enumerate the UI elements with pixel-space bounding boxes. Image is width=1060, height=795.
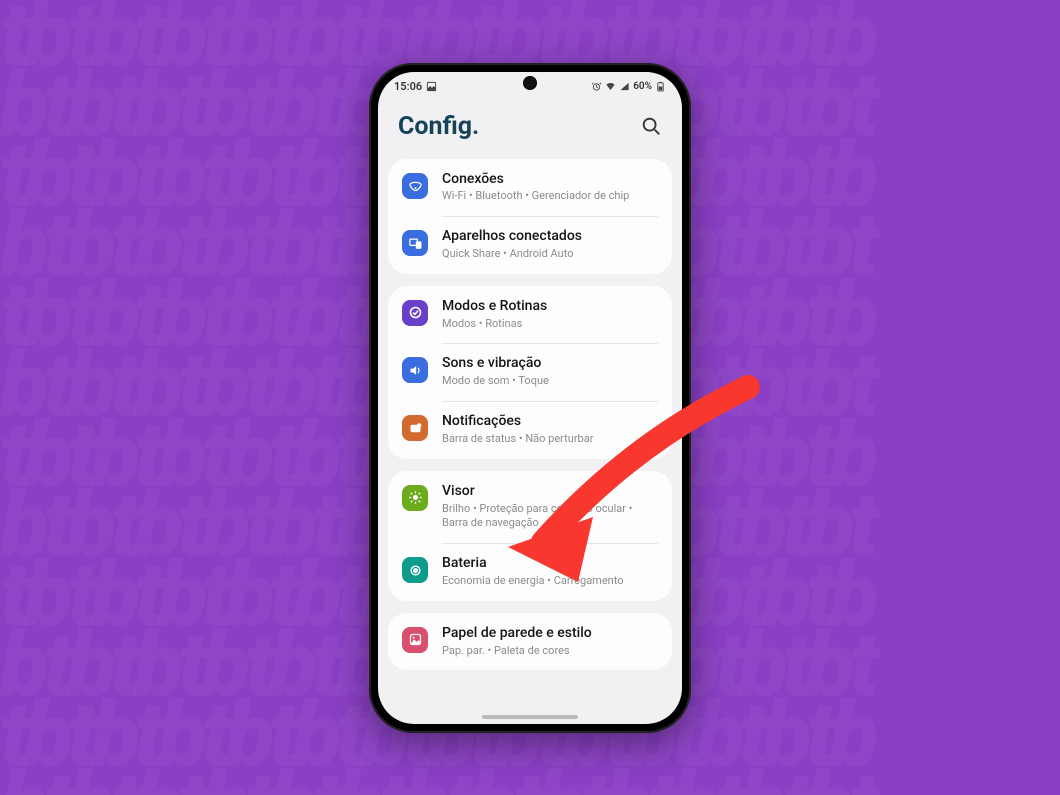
settings-group: Papel de parede e estilo Pap. par. • Pal…	[388, 613, 672, 671]
sound-icon	[402, 357, 428, 383]
page-header: Config.	[378, 102, 682, 159]
routines-icon	[402, 300, 428, 326]
signal-icon	[619, 81, 630, 92]
battery-settings-icon	[402, 557, 428, 583]
page-title: Config.	[398, 112, 479, 141]
settings-row-notificacoes[interactable]: Notificações Barra de status • Não pertu…	[388, 401, 672, 459]
wifi-status-icon	[605, 81, 616, 92]
picture-icon	[426, 81, 437, 92]
settings-row-sons[interactable]: Sons e vibração Modo de som • Toque	[388, 343, 672, 401]
row-title: Notificações	[442, 413, 657, 430]
settings-group: Modos e Rotinas Modos • Rotinas Sons e v…	[388, 286, 672, 459]
settings-group: Conexões Wi-Fi • Bluetooth • Gerenciador…	[388, 159, 672, 274]
settings-row-aparelhos[interactable]: Aparelhos conectados Quick Share • Andro…	[388, 216, 672, 274]
row-title: Modos e Rotinas	[442, 298, 657, 315]
wallpaper-icon	[402, 627, 428, 653]
settings-group: Visor Brilho • Proteção para conforto oc…	[388, 471, 672, 601]
alarm-icon	[591, 81, 602, 92]
home-indicator[interactable]	[482, 715, 578, 719]
wifi-icon	[402, 173, 428, 199]
devices-icon	[402, 230, 428, 256]
row-subtitle: Economia de energia • Carregamento	[442, 574, 657, 589]
row-subtitle: Wi-Fi • Bluetooth • Gerenciador de chip	[442, 189, 657, 204]
row-subtitle: Barra de status • Não perturbar	[442, 432, 657, 447]
search-icon[interactable]	[640, 115, 662, 137]
settings-list: Conexões Wi-Fi • Bluetooth • Gerenciador…	[378, 159, 682, 703]
front-camera	[524, 77, 536, 89]
row-subtitle: Pap. par. • Paleta de cores	[442, 644, 657, 659]
settings-row-conexoes[interactable]: Conexões Wi-Fi • Bluetooth • Gerenciador…	[388, 159, 672, 217]
row-title: Conexões	[442, 171, 657, 188]
battery-percent: 60%	[633, 81, 652, 92]
status-time: 15:06	[394, 80, 422, 93]
row-title: Aparelhos conectados	[442, 228, 657, 245]
row-subtitle: Modo de som • Toque	[442, 374, 657, 389]
settings-row-visor[interactable]: Visor Brilho • Proteção para conforto oc…	[388, 471, 672, 543]
battery-icon	[655, 81, 666, 92]
notifications-icon	[402, 415, 428, 441]
row-title: Sons e vibração	[442, 355, 657, 372]
row-title: Papel de parede e estilo	[442, 625, 657, 642]
display-icon	[402, 485, 428, 511]
row-subtitle: Brilho • Proteção para conforto ocular •…	[442, 502, 657, 532]
row-subtitle: Modos • Rotinas	[442, 317, 657, 332]
settings-row-papel[interactable]: Papel de parede e estilo Pap. par. • Pal…	[388, 613, 672, 671]
phone-frame: 15:06 60% Config.	[369, 63, 691, 733]
row-title: Bateria	[442, 555, 657, 572]
settings-row-modos[interactable]: Modos e Rotinas Modos • Rotinas	[388, 286, 672, 344]
settings-row-bateria[interactable]: Bateria Economia de energia • Carregamen…	[388, 543, 672, 601]
row-subtitle: Quick Share • Android Auto	[442, 247, 657, 262]
row-title: Visor	[442, 483, 657, 500]
phone-screen: 15:06 60% Config.	[378, 72, 682, 724]
